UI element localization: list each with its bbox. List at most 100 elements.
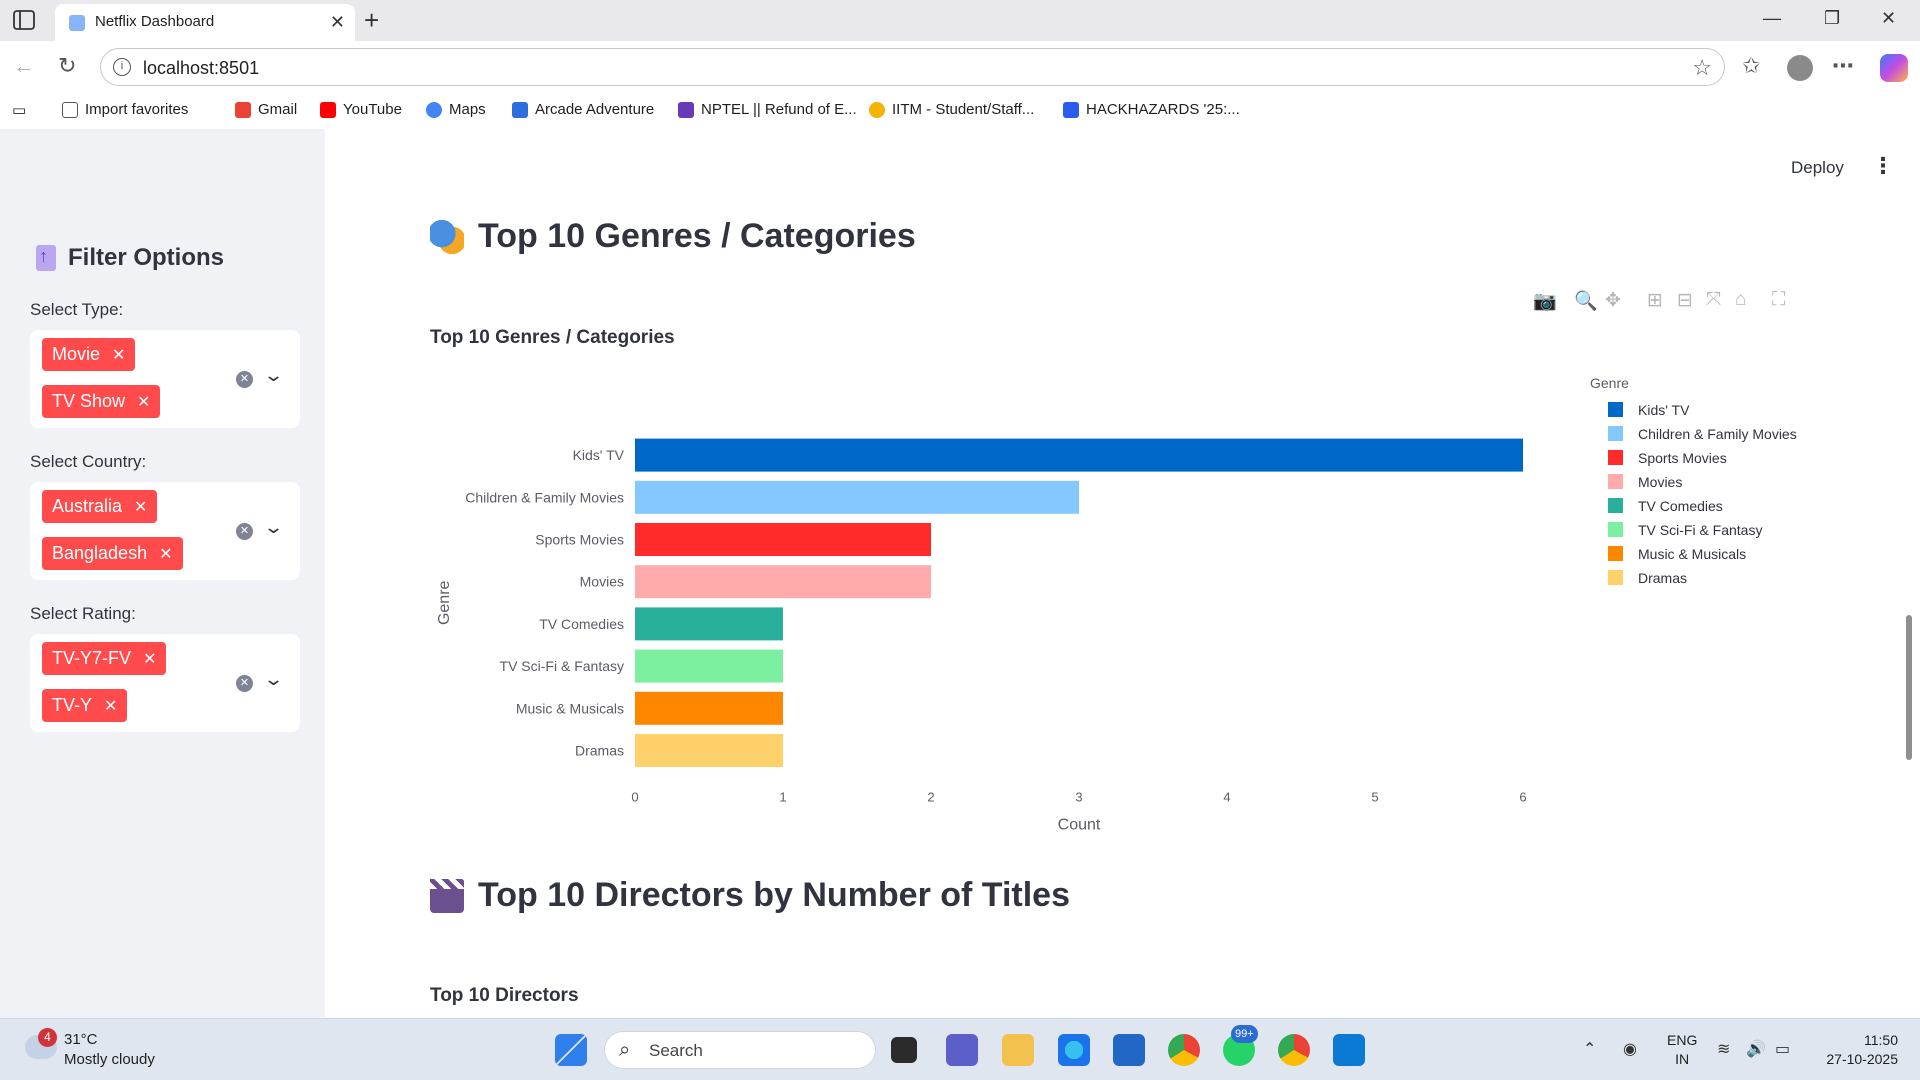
chip-movie[interactable]: Movie ✕ [42, 338, 136, 371]
x-tick-label: 6 [1519, 790, 1526, 805]
back-icon[interactable]: ← [13, 53, 35, 79]
chip-tv-show[interactable]: TV Show ✕ [42, 385, 161, 418]
chip-bangladesh[interactable]: Bangladesh ✕ [42, 537, 183, 570]
chip-remove-icon[interactable]: ✕ [134, 497, 147, 517]
bookmark-maps[interactable]: Maps [426, 101, 486, 118]
browser-tab-active[interactable]: Netflix Dashboard ✕ [55, 4, 355, 41]
legend-swatch[interactable] [1608, 474, 1623, 489]
chevron-down-icon[interactable]: ⌄ [263, 517, 284, 538]
battery-icon[interactable]: ▭ [1775, 1039, 1790, 1059]
bar-sports-movies[interactable] [635, 523, 931, 556]
clear-all-icon[interactable]: ✕ [236, 675, 253, 692]
store-icon[interactable] [1113, 1034, 1145, 1066]
close-window-icon[interactable]: ✕ [1881, 8, 1896, 29]
legend-swatch[interactable] [1608, 402, 1623, 417]
bar-dramas[interactable] [635, 734, 783, 767]
tab-close-icon[interactable]: ✕ [330, 12, 345, 33]
windows-start-icon[interactable] [555, 1034, 587, 1066]
pan-icon[interactable]: ✥ [1605, 289, 1621, 312]
autoscale-icon[interactable]: ⤧ [1706, 289, 1721, 311]
bar-tv-sci-fi-fantasy[interactable] [635, 649, 783, 683]
more-options-icon[interactable]: ⋯ [1832, 53, 1854, 79]
clear-all-icon[interactable]: ✕ [236, 523, 253, 540]
bookmark-iitm[interactable]: IITM - Student/Staff... [869, 101, 1034, 118]
task-view-icon[interactable] [891, 1037, 917, 1063]
favorites-icon[interactable]: ✩ [1742, 53, 1760, 79]
volume-icon[interactable]: 🔊 [1746, 1039, 1766, 1059]
legend-swatch[interactable] [1608, 498, 1623, 513]
legend-swatch[interactable] [1608, 522, 1623, 537]
reset-axes-icon[interactable]: ⌂ [1735, 289, 1746, 311]
reload-icon[interactable]: ↻ [58, 53, 76, 79]
type-multiselect[interactable]: Movie ✕ TV Show ✕ ✕ ⌄ [30, 330, 300, 428]
chip-remove-icon[interactable]: ✕ [104, 696, 117, 716]
favorite-star-icon[interactable]: ☆ [1692, 55, 1712, 81]
chrome-icon[interactable] [1168, 1034, 1200, 1066]
country-multiselect[interactable]: Australia ✕ Bangladesh ✕ ✕ ⌄ [30, 482, 300, 580]
main-menu-icon[interactable]: ⋮ [1872, 153, 1894, 179]
chip-australia[interactable]: Australia ✕ [42, 490, 158, 523]
fullscreen-icon[interactable]: ⛶ [1772, 289, 1785, 311]
teams-icon[interactable] [946, 1034, 978, 1066]
bar-movies[interactable] [635, 565, 931, 599]
address-bar[interactable]: i localhost:8501 ☆ [100, 48, 1725, 86]
edge-icon[interactable] [1058, 1034, 1090, 1066]
chip-remove-icon[interactable]: ✕ [143, 649, 156, 669]
clear-all-icon[interactable]: ✕ [236, 371, 253, 388]
file-explorer-icon[interactable] [1002, 1034, 1034, 1066]
reading-list-icon[interactable]: ▭ [12, 101, 26, 119]
url-text[interactable]: localhost:8501 [143, 58, 259, 79]
system-clock[interactable]: 11:50 27-10-2025 [1818, 1031, 1898, 1069]
rating-multiselect[interactable]: TV-Y7-FV ✕ TV-Y ✕ ✕ ⌄ [30, 634, 300, 732]
new-tab-icon[interactable]: + [364, 5, 379, 36]
bookmark-import-favorites[interactable]: Import favorites [62, 101, 188, 118]
legend-swatch[interactable] [1608, 426, 1623, 441]
weather-description[interactable]: Mostly cloudy [64, 1051, 155, 1068]
chip-tv-y[interactable]: TV-Y ✕ [42, 689, 128, 722]
site-info-icon[interactable]: i [113, 58, 131, 76]
restore-icon[interactable]: ❐ [1824, 8, 1840, 29]
profile-avatar[interactable] [1787, 55, 1813, 81]
zoom-in-icon[interactable]: ⊞ [1647, 289, 1663, 312]
zoom-out-icon[interactable]: ⊟ [1677, 289, 1693, 312]
chevron-down-icon[interactable]: ⌄ [263, 669, 284, 690]
minimize-icon[interactable]: — [1763, 8, 1781, 29]
bar-children-family-movies[interactable] [635, 480, 1079, 514]
bookmark-arcade-adventure[interactable]: Arcade Adventure [512, 101, 654, 118]
scrollbar-thumb[interactable] [1906, 615, 1912, 760]
bookmark-label: Maps [449, 101, 486, 118]
chrome-profile-icon[interactable] [1278, 1034, 1310, 1066]
camera-icon[interactable]: 📷 [1533, 289, 1557, 313]
chevron-down-icon[interactable]: ⌄ [263, 365, 284, 386]
zoom-icon[interactable]: 🔍 [1574, 289, 1598, 313]
scrollbar-track[interactable] [1904, 129, 1914, 1018]
tray-overflow-icon[interactable]: ⌃ [1583, 1039, 1596, 1059]
legend-swatch[interactable] [1608, 570, 1623, 585]
performing-arts-icon [430, 219, 464, 254]
weather-temperature[interactable]: 31°C [64, 1031, 98, 1048]
legend-item-label: Dramas [1638, 570, 1687, 586]
taskbar-search[interactable]: ⌕ Search [604, 1031, 876, 1069]
chip-label: Australia [52, 496, 123, 516]
chip-remove-icon[interactable]: ✕ [112, 345, 125, 365]
tray-app-icon[interactable]: ◉ [1623, 1039, 1637, 1059]
legend-swatch[interactable] [1608, 450, 1623, 465]
bookmark-gmail[interactable]: Gmail [235, 101, 297, 118]
vscode-icon[interactable] [1333, 1034, 1365, 1066]
bookmark-nptel[interactable]: NPTEL || Refund of E... [678, 101, 857, 118]
bar-music-musicals[interactable] [635, 691, 783, 725]
language-indicator[interactable]: ENG IN [1667, 1031, 1697, 1069]
genre-bar-chart[interactable]: Kids' TV Children & Family Movies Sports M… [430, 374, 1870, 954]
legend-swatch[interactable] [1608, 546, 1623, 561]
bar-tv-comedies[interactable] [635, 607, 783, 641]
chip-remove-icon[interactable]: ✕ [137, 392, 150, 412]
copilot-icon[interactable] [1880, 54, 1908, 82]
bookmark-youtube[interactable]: YouTube [320, 101, 402, 118]
wifi-icon[interactable]: ≋ [1717, 1039, 1730, 1059]
chip-tv-y7-fv[interactable]: TV-Y7-FV ✕ [42, 642, 167, 675]
tab-actions-icon[interactable] [12, 9, 36, 31]
bookmark-hackhazards[interactable]: HACKHAZARDS '25:... [1063, 101, 1240, 118]
bar-kids-tv[interactable] [635, 438, 1523, 472]
deploy-button[interactable]: Deploy [1791, 158, 1844, 178]
chip-remove-icon[interactable]: ✕ [159, 544, 172, 564]
